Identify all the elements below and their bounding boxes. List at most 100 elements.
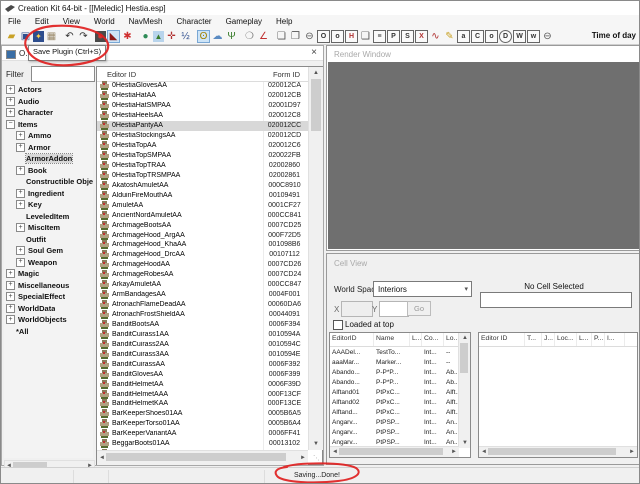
- y-input[interactable]: [379, 301, 409, 317]
- object-row[interactable]: AlduinFireMouthAA00109491: [97, 190, 308, 200]
- object-row[interactable]: ArkayAmuletAA000CC847: [97, 280, 308, 290]
- object-row[interactable]: ArchmageBootsAA0007CD25: [97, 220, 308, 230]
- expand-icon[interactable]: +: [16, 166, 25, 175]
- circle-minus-icon[interactable]: ⊖: [303, 30, 316, 43]
- object-row[interactable]: ArchmageRobesAA0007CD24: [97, 270, 308, 280]
- tree-item-actors[interactable]: +Actors: [4, 84, 93, 96]
- object-row[interactable]: 0HestiaHatSMPAA02001D97: [97, 101, 308, 111]
- expand-icon[interactable]: +: [16, 131, 25, 140]
- tree-item-items[interactable]: −Items: [4, 119, 93, 131]
- cell-row[interactable]: Angarv...PtPSP...Int...An...: [330, 417, 470, 427]
- object-row[interactable]: 0HestiaStockingsAA020012CD: [97, 131, 308, 141]
- scale-icon[interactable]: ½: [179, 30, 192, 43]
- tree-item-leveleditem[interactable]: LeveledItem: [4, 211, 93, 223]
- window-small-icon[interactable]: o: [331, 30, 344, 43]
- cell-row[interactable]: AAADel...TestTo...Int...--: [330, 347, 470, 357]
- column-editorid[interactable]: Editor ID: [479, 333, 525, 346]
- snap-connect-icon[interactable]: ✱: [121, 30, 134, 43]
- object-row[interactable]: BarKeeperVariantAA0006FF41: [97, 429, 308, 439]
- object-row[interactable]: BeggarBoots01AA00013102: [97, 439, 308, 449]
- expand-icon[interactable]: +: [6, 85, 15, 94]
- object-row[interactable]: 0HestiaHatAA020012CB: [97, 91, 308, 101]
- menu-file[interactable]: File: [1, 15, 28, 28]
- column-l[interactable]: L...: [410, 333, 422, 346]
- tree-item-magic[interactable]: +Magic: [4, 268, 93, 280]
- expand-icon[interactable]: +: [6, 269, 15, 278]
- cube-wire-icon[interactable]: ❑: [359, 30, 372, 43]
- menu-view[interactable]: View: [56, 15, 87, 28]
- object-row[interactable]: BanditBootsAA0006F394: [97, 320, 308, 330]
- object-list-horizontal-scrollbar[interactable]: ◄ ►: [97, 450, 308, 465]
- tree-item-specialeffect[interactable]: +SpecialEffect: [4, 291, 93, 303]
- column-form-id[interactable]: Form ID: [265, 70, 308, 79]
- save-plugin-icon[interactable]: ▣: [19, 30, 32, 43]
- snap-grid-icon[interactable]: ✹: [95, 31, 106, 42]
- menu-gameplay[interactable]: Gameplay: [219, 15, 269, 28]
- cell-row[interactable]: Abando...P-P*P...Int...Ab...: [330, 377, 470, 387]
- letter-s-box-icon[interactable]: S: [401, 30, 414, 43]
- x-input[interactable]: [341, 301, 373, 317]
- object-row[interactable]: ArchmageHoodAA0007CD26: [97, 260, 308, 270]
- grass-icon[interactable]: Ψ: [225, 30, 238, 43]
- object-list-vertical-scrollbar[interactable]: ▲ ▼: [308, 67, 323, 450]
- object-row[interactable]: ArchmageHood_DrcAA00107112: [97, 250, 308, 260]
- cube-solid-icon[interactable]: ❏: [275, 30, 288, 43]
- object-row[interactable]: ArmBandagesAA0004F001: [97, 290, 308, 300]
- object-row[interactable]: 0HestiaTopTRSMPAA02002861: [97, 170, 308, 180]
- tree-item-ammo[interactable]: +Ammo: [4, 130, 93, 142]
- protractor-icon[interactable]: ∠: [257, 30, 270, 43]
- menu-edit[interactable]: Edit: [28, 15, 56, 28]
- expand-icon[interactable]: +: [6, 108, 15, 117]
- menu-character[interactable]: Character: [169, 15, 218, 28]
- lines-box-icon[interactable]: ≡: [373, 30, 386, 43]
- snap-angle-icon[interactable]: ◣: [107, 30, 120, 43]
- cell-row[interactable]: aaaMar...Marker...Int...--: [330, 357, 470, 367]
- tree-item-soul-gem[interactable]: +Soul Gem: [4, 245, 93, 257]
- column-i[interactable]: I...: [605, 333, 625, 346]
- column-editor-id[interactable]: Editor ID: [107, 70, 136, 79]
- letter-c-box-icon[interactable]: C: [471, 30, 484, 43]
- cell-filter-input[interactable]: [480, 292, 632, 308]
- tree-item--all[interactable]: *All: [4, 326, 93, 338]
- object-row[interactable]: ArchmageHood_ArgAA000F72D5: [97, 230, 308, 240]
- letter-w2-box-icon[interactable]: w: [527, 30, 540, 43]
- tree-item-character[interactable]: +Character: [4, 107, 93, 119]
- light-bulb-icon[interactable]: ʘ: [197, 30, 210, 43]
- resize-grip[interactable]: ⋱: [313, 455, 321, 463]
- object-row[interactable]: 0HestiaTopAA020012C6: [97, 141, 308, 151]
- plug-icon[interactable]: ∿: [429, 30, 442, 43]
- dialogue-icon[interactable]: ❍: [243, 30, 256, 43]
- object-row[interactable]: BanditHelmetKAA000F13CE: [97, 399, 308, 409]
- object-row[interactable]: 0HestiaGlovesAA020012CA: [97, 81, 308, 91]
- column-t[interactable]: T...: [525, 333, 542, 346]
- tree-item-armor[interactable]: +Armor: [4, 142, 93, 154]
- object-row[interactable]: BanditHelmetAAA000F13CF: [97, 389, 308, 399]
- tree-item-weapon[interactable]: +Weapon: [4, 257, 93, 269]
- cube-top-icon[interactable]: ❐: [289, 30, 302, 43]
- expand-icon[interactable]: +: [16, 143, 25, 152]
- preferences-icon[interactable]: ▦: [45, 30, 58, 43]
- object-row[interactable]: BanditCuirass2AA0010594C: [97, 339, 308, 349]
- object-row[interactable]: 0HestiaTopTRAA02002860: [97, 161, 308, 171]
- expand-icon[interactable]: +: [16, 246, 25, 255]
- tree-item-key[interactable]: +Key: [4, 199, 93, 211]
- redo-icon[interactable]: ↷: [77, 30, 90, 43]
- undo-icon[interactable]: ↶: [63, 30, 76, 43]
- cell-row[interactable]: Alftand02PtPxC...Int...Alft...: [330, 397, 470, 407]
- tree-item-miscellaneous[interactable]: +Miscellaneous: [4, 280, 93, 292]
- camera-box-icon[interactable]: o: [485, 30, 498, 43]
- expand-icon[interactable]: +: [16, 189, 25, 198]
- menu-help[interactable]: Help: [269, 15, 299, 28]
- marker-icon[interactable]: ✛: [165, 30, 178, 43]
- tree-item-outfit[interactable]: Outfit: [4, 234, 93, 246]
- object-row[interactable]: ArchmageHood_KhaAA001098B6: [97, 240, 308, 250]
- refs-table-horizontal-scrollbar[interactable]: ◄ ►: [479, 446, 637, 457]
- tree-item-audio[interactable]: +Audio: [4, 96, 93, 108]
- tree-item-armoraddon[interactable]: ArmorAddon: [4, 153, 93, 165]
- sky-icon[interactable]: ☁: [211, 30, 224, 43]
- column-p[interactable]: P...: [592, 333, 605, 346]
- letter-h-box-icon[interactable]: H: [345, 30, 358, 43]
- render-viewport[interactable]: [328, 62, 639, 249]
- expand-icon[interactable]: +: [16, 200, 25, 209]
- circle-slash-icon[interactable]: ⊖: [541, 30, 554, 43]
